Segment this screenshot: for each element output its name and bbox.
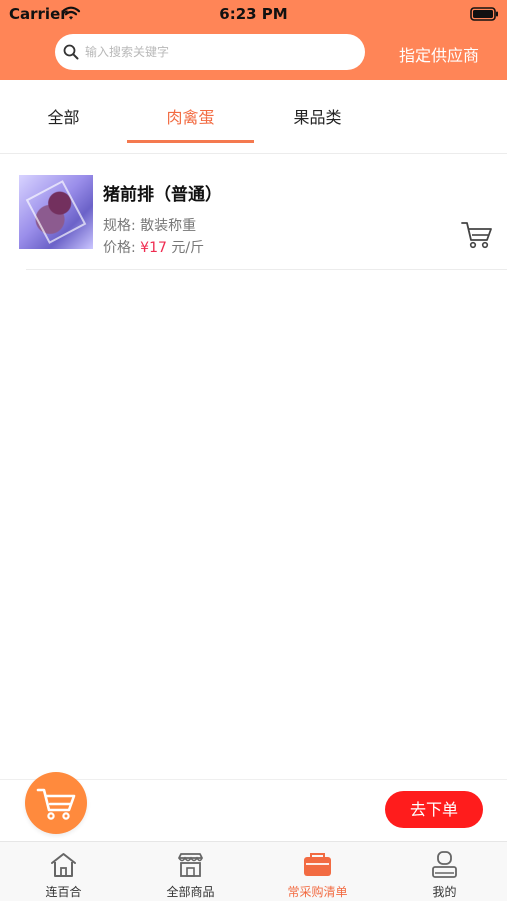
product-list-item[interactable]: 猪前排（普通） 规格: 散装称重 价格: ¥17 元/斤: [0, 154, 507, 270]
search-input[interactable]: [85, 42, 350, 62]
price-value: ¥17: [140, 240, 167, 256]
bottom-tab-profile[interactable]: 我的: [381, 842, 507, 901]
bottom-tab-home-label: 连百合: [45, 885, 82, 899]
floating-cart-button[interactable]: [25, 772, 87, 834]
bottom-tab-purchase-list[interactable]: 常采购清单: [254, 842, 381, 901]
status-bar: Carrier 6:23 PM: [0, 0, 507, 28]
place-order-button[interactable]: 去下单: [385, 791, 483, 828]
price-unit: 元/斤: [171, 240, 205, 256]
spec-value: 散装称重: [140, 218, 197, 234]
home-icon: [51, 853, 76, 877]
specify-supplier-link[interactable]: 指定供应商: [399, 42, 479, 66]
search-box[interactable]: [55, 34, 365, 70]
bottom-tab-all-products-label: 全部商品: [166, 885, 215, 899]
product-spec: 规格: 散装称重: [103, 215, 196, 235]
app-header: Carrier 6:23 PM 指定供应商: [0, 0, 507, 80]
cart-icon: [36, 788, 76, 820]
tab-meat-poultry-eggs[interactable]: 肉禽蛋: [127, 104, 254, 128]
store-icon: [178, 853, 203, 877]
purchase-list-icon: [304, 853, 331, 876]
pork-rib-thumbnail: [19, 175, 93, 249]
spec-label: 规格:: [103, 218, 136, 234]
active-tab-indicator: [127, 140, 254, 143]
tab-all[interactable]: 全部: [0, 104, 127, 128]
bottom-tab-all-products[interactable]: 全部商品: [127, 842, 254, 901]
tab-fruits[interactable]: 果品类: [254, 104, 381, 128]
search-icon: [63, 44, 79, 60]
battery-icon: [470, 7, 498, 21]
profile-icon: [432, 851, 457, 878]
price-label: 价格:: [103, 240, 136, 256]
add-to-cart-icon[interactable]: [460, 220, 494, 250]
bottom-tab-purchase-list-label: 常采购清单: [287, 885, 348, 899]
product-name: 猪前排（普通）: [103, 185, 222, 205]
product-divider: [26, 269, 507, 270]
bottom-navigation: 连百合 全部商品 常采购清单 我的: [0, 841, 507, 901]
status-time: 6:23 PM: [219, 5, 288, 23]
product-price: 价格: ¥17 元/斤: [103, 237, 204, 257]
bottom-tab-profile-label: 我的: [432, 885, 457, 899]
bottom-tab-home[interactable]: 连百合: [0, 842, 127, 901]
category-tabs: 全部 肉禽蛋 果品类: [0, 80, 507, 154]
